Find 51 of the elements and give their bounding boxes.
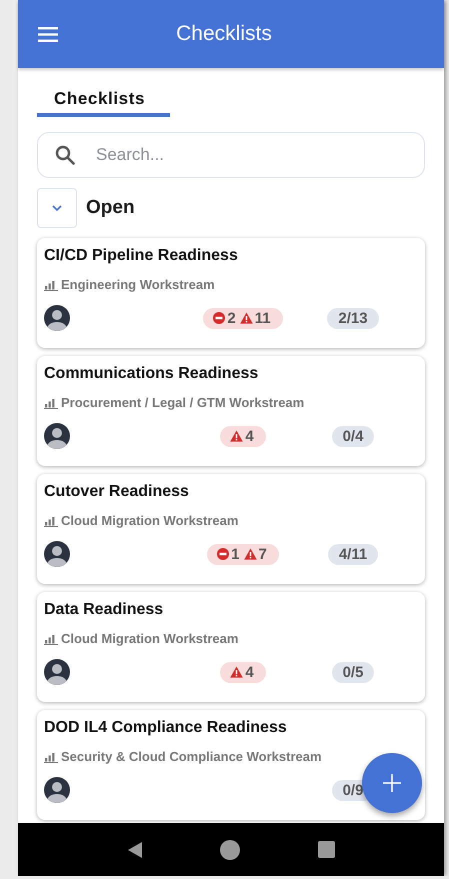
- bar-chart-icon: [44, 632, 59, 644]
- recents-icon[interactable]: [318, 841, 336, 858]
- warning-icon: [244, 548, 256, 560]
- back-icon[interactable]: [126, 840, 143, 858]
- progress-badge: 0/5: [332, 662, 374, 682]
- blocked-icon: [213, 312, 226, 324]
- issue-badge: 4: [220, 426, 266, 446]
- issue-badge: 2 11: [203, 308, 283, 328]
- avatar-icon: [44, 305, 70, 331]
- checklist-title: Communications Readiness: [44, 365, 260, 383]
- workstream-label: Cloud Migration Workstream: [61, 631, 238, 646]
- workstream-label: Procurement / Legal / GTM Workstream: [61, 395, 304, 410]
- collapse-toggle[interactable]: [37, 188, 77, 228]
- warning-icon: [240, 312, 253, 324]
- issue-badge: 4: [220, 662, 266, 682]
- section-title: Open: [86, 197, 135, 219]
- warning-icon: [230, 430, 244, 442]
- progress-badge: 4/11: [328, 544, 378, 564]
- bar-chart-icon: [44, 278, 59, 290]
- checklist-card[interactable]: Cutover Readiness Cloud Migration Workstream 1 7 4/11: [37, 474, 425, 584]
- avatar-icon: [44, 659, 70, 685]
- checklist-title: CI/CD Pipeline Readiness: [44, 247, 239, 265]
- home-icon[interactable]: [220, 840, 240, 860]
- search-field[interactable]: Search...: [37, 132, 425, 178]
- checklist-title: Data Readiness: [44, 601, 164, 619]
- checklist-card[interactable]: Data Readiness Cloud Migration Workstream 4 0/5: [37, 592, 425, 702]
- workstream-label: Cloud Migration Workstream: [61, 513, 238, 528]
- bar-chart-icon: [44, 396, 59, 408]
- plus-icon: [383, 774, 401, 792]
- progress-badge: 0/4: [332, 426, 374, 446]
- workstream-label: Security & Cloud Compliance Workstream: [61, 749, 322, 764]
- search-icon: [55, 145, 75, 165]
- blocked-icon: [217, 548, 230, 560]
- menu-icon[interactable]: [38, 27, 58, 42]
- bar-chart-icon: [44, 514, 59, 526]
- checklist-card[interactable]: DOD IL4 Compliance Readiness Security & Cloud Compliance Workstream 0/9: [37, 710, 425, 820]
- warning-icon: [230, 666, 244, 678]
- progress-badge: 2/13: [327, 308, 379, 328]
- chevron-down-icon: [52, 205, 62, 211]
- checklist-card[interactable]: CI/CD Pipeline Readiness Engineering Workstream 2 11 2/13: [37, 238, 425, 348]
- avatar-icon: [44, 541, 70, 567]
- checklist-title: Cutover Readiness: [44, 483, 190, 501]
- checklist-title: DOD IL4 Compliance Readiness: [44, 719, 288, 737]
- tab[interactable]: Checklists: [37, 81, 170, 117]
- app-title: Checklists: [176, 22, 272, 46]
- bar-chart-icon: [44, 750, 59, 762]
- issue-badge: 1 7: [207, 544, 279, 564]
- workstream-label: Engineering Workstream: [61, 277, 215, 292]
- checklist-card[interactable]: Communications Readiness Procurement / Legal / GTM Workstream 4 0/4: [37, 356, 425, 466]
- avatar-icon: [44, 423, 70, 449]
- avatar-icon: [44, 777, 70, 803]
